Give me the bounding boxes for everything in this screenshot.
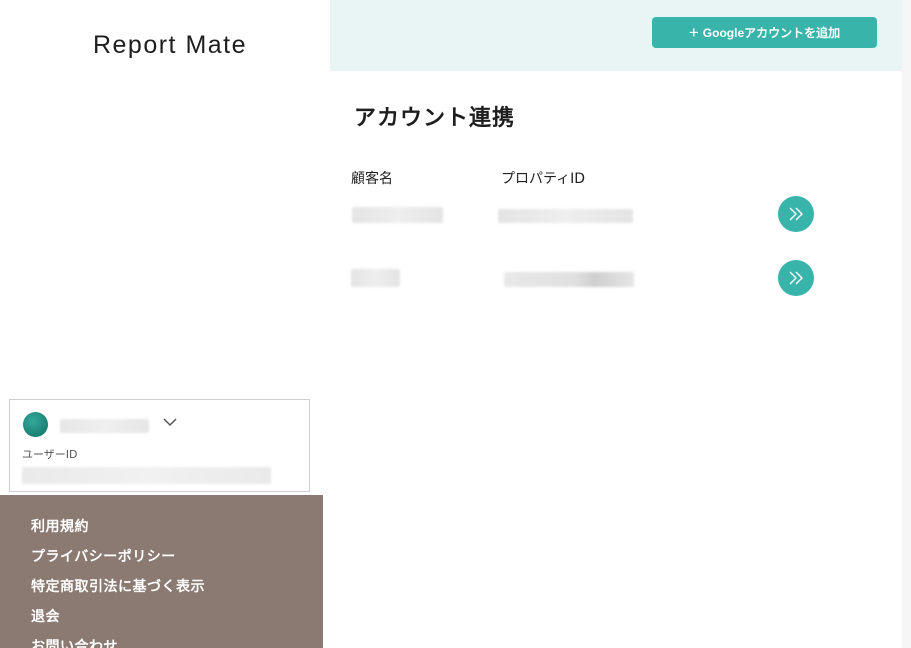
- column-header-property-id: プロパティID: [501, 171, 586, 187]
- property-id-redacted: [498, 209, 633, 223]
- customer-name-redacted: [352, 207, 443, 223]
- app-logo: Report Mate: [92, 31, 248, 59]
- page-title: アカウント連携: [354, 106, 516, 131]
- footer-link-contact[interactable]: お問い合わせ: [31, 637, 323, 648]
- chevron-down-icon[interactable]: [160, 414, 180, 430]
- plus-icon: +: [688, 23, 699, 42]
- footer-link-terms[interactable]: 利用規約: [31, 517, 323, 547]
- sidebar: Report Mate ユーザーID 利用規約 プライバシーポリシー 特定商取引…: [0, 0, 330, 648]
- row-open-button[interactable]: [778, 196, 814, 232]
- add-google-account-label: Googleアカウントを追加: [702, 26, 841, 40]
- property-id-redacted: [504, 272, 634, 287]
- user-id-label: ユーザーID: [22, 448, 78, 461]
- user-card: ユーザーID: [9, 399, 310, 492]
- user-name-redacted: [60, 419, 149, 433]
- double-chevron-right-icon: [789, 207, 803, 221]
- double-chevron-right-icon: [789, 271, 803, 285]
- scrollbar-track[interactable]: [902, 0, 911, 648]
- row-open-button[interactable]: [778, 260, 814, 296]
- footer-link-withdraw[interactable]: 退会: [31, 607, 323, 637]
- user-avatar[interactable]: [23, 412, 48, 437]
- add-google-account-button[interactable]: + Googleアカウントを追加: [652, 17, 877, 48]
- column-header-customer: 顧客名: [351, 171, 393, 187]
- footer-menu: 利用規約 プライバシーポリシー 特定商取引法に基づく表示 退会 お問い合わせ: [0, 495, 323, 648]
- user-id-redacted: [22, 467, 271, 484]
- footer-link-commercial-law[interactable]: 特定商取引法に基づく表示: [31, 577, 323, 607]
- customer-name-redacted: [351, 269, 400, 287]
- top-bar: + Googleアカウントを追加: [330, 0, 902, 71]
- footer-link-privacy[interactable]: プライバシーポリシー: [31, 547, 323, 577]
